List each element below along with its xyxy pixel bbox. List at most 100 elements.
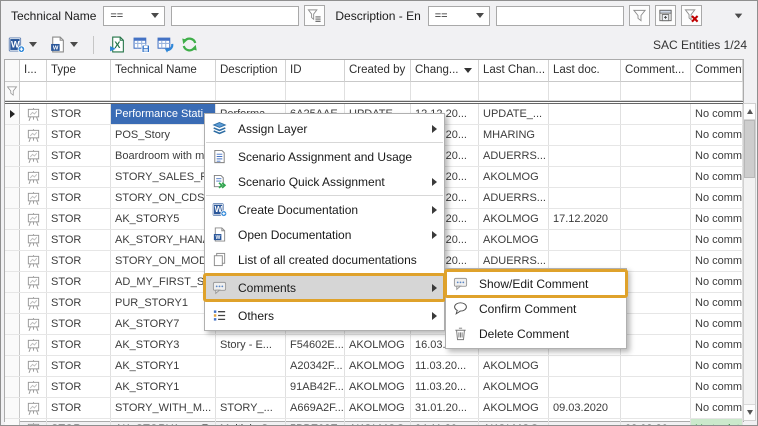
cell-name[interactable]: STORY_WITH_M... bbox=[111, 398, 216, 418]
cell-type[interactable]: STOR bbox=[47, 335, 111, 355]
cell-type[interactable]: STOR bbox=[47, 272, 111, 292]
cell-comment2[interactable]: No comm... bbox=[691, 398, 743, 418]
row-selector[interactable] bbox=[5, 377, 20, 397]
cell-comment1[interactable] bbox=[621, 314, 691, 334]
menu-item-open-documentation[interactable]: WOpen Documentation bbox=[205, 222, 444, 247]
cell-desc[interactable]: Story - E... bbox=[216, 335, 286, 355]
cell-name[interactable]: STORY_ON_MOD... bbox=[111, 251, 216, 271]
cell-last-changed[interactable]: UPDATE_... bbox=[479, 104, 549, 124]
cell-created-by[interactable]: AKOLMOG bbox=[345, 377, 411, 397]
cell-comment1[interactable] bbox=[621, 104, 691, 124]
cell-item-icon[interactable] bbox=[20, 209, 47, 229]
layout-button[interactable] bbox=[655, 5, 676, 26]
row-selector[interactable] bbox=[5, 398, 20, 418]
chevron-down-icon[interactable] bbox=[70, 42, 78, 47]
word-open-button[interactable]: W bbox=[49, 36, 83, 53]
column-header-id[interactable]: ID bbox=[286, 60, 345, 82]
cell-created-by[interactable]: AKOLMOG bbox=[345, 398, 411, 418]
row-selector[interactable] bbox=[5, 293, 20, 313]
cell-item-icon[interactable] bbox=[20, 125, 47, 145]
cell-comment1[interactable] bbox=[621, 188, 691, 208]
vertical-scrollbar[interactable] bbox=[743, 103, 756, 421]
filter-cell-i[interactable] bbox=[20, 82, 47, 101]
cell-comment1[interactable] bbox=[621, 209, 691, 229]
cell-comment2[interactable]: No comm... bbox=[691, 335, 743, 355]
cell-last-doc[interactable] bbox=[549, 146, 621, 166]
column-header-technical-name[interactable]: Technical Name bbox=[111, 60, 216, 82]
cell-comment2[interactable]: No comm... bbox=[691, 209, 743, 229]
cell-last-doc[interactable] bbox=[549, 356, 621, 376]
cell-item-icon[interactable] bbox=[20, 398, 47, 418]
cell-comment2[interactable]: Up to date bbox=[691, 419, 743, 426]
cell-type[interactable]: STOR bbox=[47, 146, 111, 166]
filter-options-dropdown[interactable] bbox=[727, 6, 749, 26]
cell-comment2[interactable]: No comm... bbox=[691, 188, 743, 208]
funnel-button[interactable] bbox=[629, 5, 650, 26]
cell-comment1[interactable] bbox=[621, 356, 691, 376]
row-selector[interactable] bbox=[5, 104, 20, 124]
cell-item-icon[interactable] bbox=[20, 293, 47, 313]
filter-cell-description[interactable] bbox=[216, 82, 286, 101]
cell-comment1[interactable] bbox=[621, 377, 691, 397]
row-selector[interactable] bbox=[5, 251, 20, 271]
menu-item-scenario-quick-assignment[interactable]: Scenario Quick Assignment bbox=[205, 169, 444, 194]
cell-comment2[interactable]: No comm... bbox=[691, 167, 743, 187]
cell-type[interactable]: STOR bbox=[47, 188, 111, 208]
cell-name[interactable]: PUR_STORY1 bbox=[111, 293, 216, 313]
row-selector[interactable] bbox=[5, 209, 20, 229]
cell-comment2[interactable]: No comm... bbox=[691, 272, 743, 292]
column-header-created-by[interactable]: Created by bbox=[345, 60, 411, 82]
filter-cell-created-by[interactable] bbox=[345, 82, 411, 101]
cell-changed[interactable]: 11.03.20... bbox=[411, 377, 479, 397]
cell-name[interactable]: AK_STORY1 bbox=[111, 419, 216, 426]
cell-item-icon[interactable] bbox=[20, 230, 47, 250]
table-import-button[interactable] bbox=[157, 36, 174, 53]
cell-last-changed[interactable]: AKOLMOG bbox=[479, 356, 549, 376]
row-selector[interactable] bbox=[5, 125, 20, 145]
operator-select[interactable]: == bbox=[103, 6, 165, 26]
column-header-i[interactable]: I... bbox=[20, 60, 47, 82]
column-header-last-chan[interactable]: Last Chan... bbox=[479, 60, 549, 82]
cell-comment2[interactable]: No comm... bbox=[691, 377, 743, 397]
menu-item-show-edit-comment[interactable]: Show/Edit Comment bbox=[446, 271, 626, 296]
clear-filter-button[interactable] bbox=[681, 5, 702, 26]
operator-select[interactable]: == bbox=[428, 6, 490, 26]
menu-item-create-documentation[interactable]: WCreate Documentation bbox=[205, 197, 444, 222]
column-header-description[interactable]: Description bbox=[216, 60, 286, 82]
cell-last-doc[interactable] bbox=[549, 104, 621, 124]
cell-comment2[interactable]: No comm... bbox=[691, 314, 743, 334]
cell-item-icon[interactable] bbox=[20, 104, 47, 124]
row-selector[interactable] bbox=[5, 335, 20, 355]
excel-export-button[interactable]: X bbox=[109, 36, 126, 53]
cell-comment1[interactable]: 03.03.20... bbox=[621, 419, 691, 426]
row-selector[interactable] bbox=[5, 188, 20, 208]
table-row[interactable]: STORSTORY_WITH_M...STORY_...A669A2F...AK… bbox=[5, 398, 743, 419]
filter-cell-technical-name[interactable] bbox=[111, 82, 216, 101]
cell-name[interactable]: AK_STORY_HANA bbox=[111, 230, 216, 250]
cell-item-icon[interactable] bbox=[20, 419, 47, 426]
cell-item-icon[interactable] bbox=[20, 188, 47, 208]
cell-name[interactable]: AK_STORY7 bbox=[111, 314, 216, 334]
refresh-button[interactable] bbox=[181, 36, 198, 53]
table-row[interactable]: STORAK_STORY3Story - E...F54602E...AKOLM… bbox=[5, 335, 743, 356]
cell-name[interactable]: STORY_ON_CDS bbox=[111, 188, 216, 208]
cell-item-icon[interactable] bbox=[20, 146, 47, 166]
menu-item-scenario-assignment-and-usage[interactable]: Scenario Assignment and Usage bbox=[205, 144, 444, 169]
row-selector[interactable] bbox=[5, 272, 20, 292]
cell-type[interactable]: STOR bbox=[47, 356, 111, 376]
cell-changed[interactable]: 31.01.20... bbox=[411, 398, 479, 418]
cell-last-doc[interactable] bbox=[549, 125, 621, 145]
cell-last-doc[interactable]: 17.12.2020 bbox=[549, 209, 621, 229]
cell-desc[interactable] bbox=[216, 356, 286, 376]
cell-type[interactable]: STOR bbox=[47, 104, 111, 124]
cell-last-changed[interactable]: ADUERRS... bbox=[479, 146, 549, 166]
cell-changed[interactable]: 11.03.20... bbox=[411, 356, 479, 376]
cell-comment2[interactable]: No comm... bbox=[691, 251, 743, 271]
cell-item-icon[interactable] bbox=[20, 356, 47, 376]
cell-type[interactable]: STOR bbox=[47, 209, 111, 229]
cell-comment2[interactable]: No comm... bbox=[691, 230, 743, 250]
word-create-button[interactable]: W bbox=[8, 36, 42, 53]
cell-id[interactable]: 5BBE02E... bbox=[286, 419, 345, 426]
cell-last-doc[interactable] bbox=[549, 419, 621, 426]
table-save-button[interactable] bbox=[133, 36, 150, 53]
